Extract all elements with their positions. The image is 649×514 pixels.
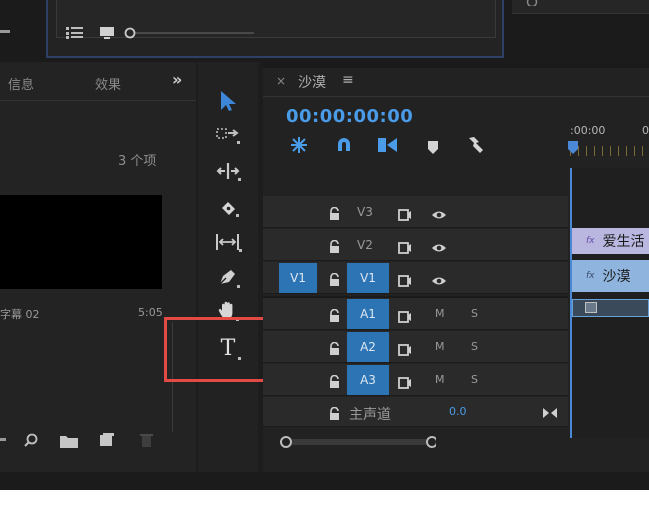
panel-divider <box>0 100 196 101</box>
zoom-slider[interactable] <box>124 24 254 43</box>
track-target-a1[interactable]: A1 <box>347 299 389 329</box>
master-volume-value[interactable]: 0.0 <box>449 405 467 418</box>
track-row-a3: A3 M S <box>263 364 568 396</box>
timeline-zoom-scrollbar[interactable] <box>276 434 438 454</box>
track-row-a2: A2 M S <box>263 331 568 363</box>
clip-aishenghuo[interactable]: fx 爱生活 <box>572 228 649 254</box>
eye-icon[interactable] <box>431 206 447 225</box>
track-target-v1[interactable]: V1 <box>347 263 389 293</box>
wrench-icon[interactable] <box>466 136 484 158</box>
lock-icon[interactable] <box>329 405 340 424</box>
sync-lock-icon[interactable] <box>398 239 412 258</box>
mute-button[interactable]: M <box>435 307 445 320</box>
solo-button[interactable]: S <box>471 340 478 353</box>
solo-button[interactable]: S <box>471 373 478 386</box>
master-track-label: 主声道 <box>349 407 391 423</box>
sync-lock-icon[interactable] <box>398 374 412 393</box>
lock-icon[interactable] <box>329 271 340 290</box>
source-monitor-view <box>56 0 496 38</box>
program-monitor-edge <box>512 0 649 14</box>
left-edge-marker <box>0 30 10 33</box>
ruler-label-start: :00:00 <box>570 124 606 137</box>
close-icon[interactable]: × <box>276 74 286 88</box>
sync-lock-icon[interactable] <box>398 341 412 360</box>
sync-lock-icon[interactable] <box>398 206 412 225</box>
page-bottom-margin <box>0 490 649 514</box>
ruler-label-next: 0 <box>642 124 649 137</box>
go-to-end-icon[interactable] <box>543 404 557 423</box>
lock-icon[interactable] <box>329 307 340 326</box>
tab-underline <box>263 96 649 97</box>
pen-tool-icon[interactable] <box>198 262 258 292</box>
tab-effects[interactable]: 效果 <box>95 74 121 93</box>
clip-label: 爱生活 <box>602 234 645 250</box>
clip-shamo[interactable]: fx 沙漠 <box>572 260 649 292</box>
list-view-icon[interactable] <box>66 24 84 43</box>
audio-clip[interactable] <box>572 299 649 317</box>
panel-overflow-icon[interactable]: » <box>172 70 182 89</box>
source-patch-v1[interactable]: V1 <box>279 263 317 293</box>
source-monitor-frame <box>46 0 504 58</box>
track-target-a2[interactable]: A2 <box>347 332 389 362</box>
folder-icon[interactable] <box>60 433 78 452</box>
clip-thumbnail[interactable] <box>0 195 162 289</box>
snap-icon[interactable] <box>336 136 352 156</box>
linked-selection-icon[interactable] <box>378 136 398 158</box>
new-item-icon[interactable] <box>100 432 114 451</box>
sequence-tab[interactable]: 沙漠 <box>298 72 326 92</box>
ripple-edit-tool-icon[interactable] <box>198 156 258 186</box>
clip-label: 沙漠 <box>602 269 631 285</box>
timecode-display[interactable]: 00:00:00:00 <box>286 106 413 127</box>
track-row-master: 主声道 0.0 <box>263 397 568 427</box>
ruler-ticks <box>570 146 649 156</box>
item-count: 3 个项 <box>118 154 157 169</box>
tab-info[interactable]: 信息 <box>8 74 34 93</box>
playhead[interactable] <box>568 140 578 159</box>
selection-tool-icon[interactable] <box>198 86 258 116</box>
fx-badge: fx <box>586 271 595 281</box>
track-select-tool-icon[interactable] <box>198 120 258 150</box>
left-edge-bracket <box>0 438 6 441</box>
razor-tool-icon[interactable] <box>198 192 258 222</box>
track-row-v3: V3 <box>263 196 568 228</box>
trash-icon[interactable] <box>140 432 153 451</box>
track-target-a3[interactable]: A3 <box>347 365 389 395</box>
lock-icon[interactable] <box>329 373 340 392</box>
track-label: V3 <box>357 205 373 219</box>
lock-icon[interactable] <box>329 238 340 257</box>
clip-name: 字幕 02 <box>0 308 40 321</box>
sequence-menu-icon[interactable]: ≡ <box>342 72 354 88</box>
monitor-icon[interactable] <box>100 24 114 43</box>
nest-sequence-icon[interactable] <box>290 136 308 158</box>
track-row-v2: V2 <box>263 229 568 261</box>
fx-badge: fx <box>586 236 595 246</box>
sync-lock-icon[interactable] <box>398 308 412 327</box>
slip-tool-icon[interactable] <box>198 227 258 257</box>
clip-duration: 5:05 <box>138 306 163 319</box>
solo-button[interactable]: S <box>471 307 478 320</box>
timeline-top-border <box>263 62 649 68</box>
lock-icon[interactable] <box>329 205 340 224</box>
bottom-status-bar <box>0 472 649 490</box>
track-row-a1: A1 M S <box>263 298 568 330</box>
mute-button[interactable]: M <box>435 340 445 353</box>
track-row-v1: V1 V1 <box>263 262 568 294</box>
mute-button[interactable]: M <box>435 373 445 386</box>
track-label: V2 <box>357 238 373 252</box>
search-icon[interactable] <box>24 432 38 451</box>
eye-icon[interactable] <box>431 272 447 291</box>
premiere-workspace: 信息 效果 » 3 个项 字幕 02 5:05 T × 沙漠 ≡ 00:00:0… <box>0 0 649 514</box>
sync-lock-icon[interactable] <box>398 272 412 291</box>
source-monitor-strip <box>0 0 649 62</box>
lock-icon[interactable] <box>329 340 340 359</box>
eye-icon[interactable] <box>431 239 447 258</box>
add-marker-icon[interactable] <box>428 139 438 158</box>
tools-panel: T <box>198 62 258 472</box>
fx-box-icon <box>585 302 597 313</box>
